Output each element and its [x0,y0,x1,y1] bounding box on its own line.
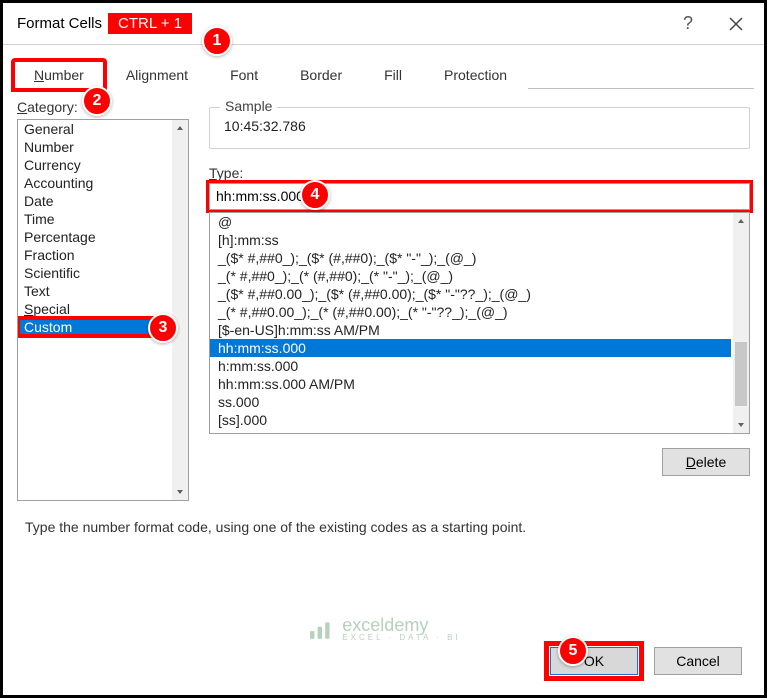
watermark-subtext: EXCEL · DATA · BI [342,634,460,642]
type-item[interactable]: hh:mm:ss.000 AM/PM [210,375,731,393]
callout-5: 5 [558,636,588,666]
category-item[interactable]: Special [18,300,172,318]
category-item[interactable]: Fraction [18,246,172,264]
watermark: exceldemy EXCEL · DATA · BI [306,616,460,642]
category-item[interactable]: Percentage [18,228,172,246]
close-icon [729,17,743,31]
close-button[interactable] [712,5,760,43]
watermark-icon [306,616,332,642]
callout-4: 4 [300,180,330,210]
type-input[interactable] [209,183,750,210]
type-scrollbar[interactable] [733,213,749,433]
tabs: Number Alignment Font Border Fill Protec… [13,59,754,89]
dialog-title: Format Cells [17,15,102,32]
type-list[interactable]: @ [h]:mm:ss _($* #,##0_);_($* (#,##0);_(… [209,212,750,434]
category-item[interactable]: Currency [18,156,172,174]
category-item[interactable]: Text [18,282,172,300]
scroll-thumb[interactable] [735,342,747,406]
hint-text: Type the number format code, using one o… [25,519,750,535]
sample-box: Sample 10:45:32.786 [209,107,750,149]
category-item[interactable]: Scientific [18,264,172,282]
sample-label: Sample [220,98,277,114]
tab-alignment[interactable]: Alignment [105,60,209,90]
scroll-down-icon[interactable] [733,417,749,433]
type-item[interactable]: [ss].000 [210,411,731,429]
category-list[interactable]: General Number Currency Accounting Date … [17,119,189,501]
category-item[interactable]: Time [18,210,172,228]
tab-fill[interactable]: Fill [363,60,423,90]
help-icon: ? [683,13,693,34]
type-item[interactable]: [h]:mm:ss [210,231,731,249]
category-item[interactable]: General [18,120,172,138]
cancel-button[interactable]: Cancel [654,647,742,675]
delete-button[interactable]: Delete [662,448,750,476]
sample-value: 10:45:32.786 [222,118,737,134]
type-item[interactable]: _(* #,##0.00_);_(* (#,##0.00);_(* "-"??_… [210,303,731,321]
type-item[interactable]: [$-en-US]h:mm:ss AM/PM [210,321,731,339]
format-cells-dialog: Format Cells CTRL + 1 ? Number Alignment… [0,0,767,698]
category-scrollbar[interactable] [172,120,188,500]
callout-3: 3 [148,313,178,343]
scroll-down-icon[interactable] [172,484,188,500]
left-panel: Category: General Number Currency Accoun… [17,99,189,501]
type-item[interactable]: h:mm:ss.000 [210,357,731,375]
help-button[interactable]: ? [664,5,712,43]
dialog-body: Category: General Number Currency Accoun… [3,89,764,501]
shortcut-badge: CTRL + 1 [108,13,192,34]
type-item[interactable]: @ [210,213,731,231]
watermark-text: exceldemy [342,616,460,634]
tab-border[interactable]: Border [279,60,363,90]
category-item[interactable]: Accounting [18,174,172,192]
right-panel: Sample 10:45:32.786 Type: @ [h]:mm:ss _(… [209,99,750,501]
tab-number[interactable]: Number [13,60,105,90]
tab-font[interactable]: Font [209,60,279,90]
category-item[interactable]: Date [18,192,172,210]
category-item[interactable]: Number [18,138,172,156]
type-label: Type: [209,165,750,181]
type-item[interactable]: _($* #,##0_);_($* (#,##0);_($* "-"_);_(@… [210,249,731,267]
callout-2: 2 [82,86,112,116]
scroll-up-icon[interactable] [733,213,749,229]
type-item[interactable]: _(* #,##0_);_(* (#,##0);_(* "-"_);_(@_) [210,267,731,285]
titlebar: Format Cells CTRL + 1 ? [3,3,764,45]
type-item[interactable]: ss.000 [210,393,731,411]
callout-1: 1 [202,26,232,56]
scroll-up-icon[interactable] [172,120,188,136]
tab-protection[interactable]: Protection [423,60,528,90]
type-item-selected[interactable]: hh:mm:ss.000 [210,339,731,357]
type-item[interactable]: _($* #,##0.00_);_($* (#,##0.00);_($* "-"… [210,285,731,303]
